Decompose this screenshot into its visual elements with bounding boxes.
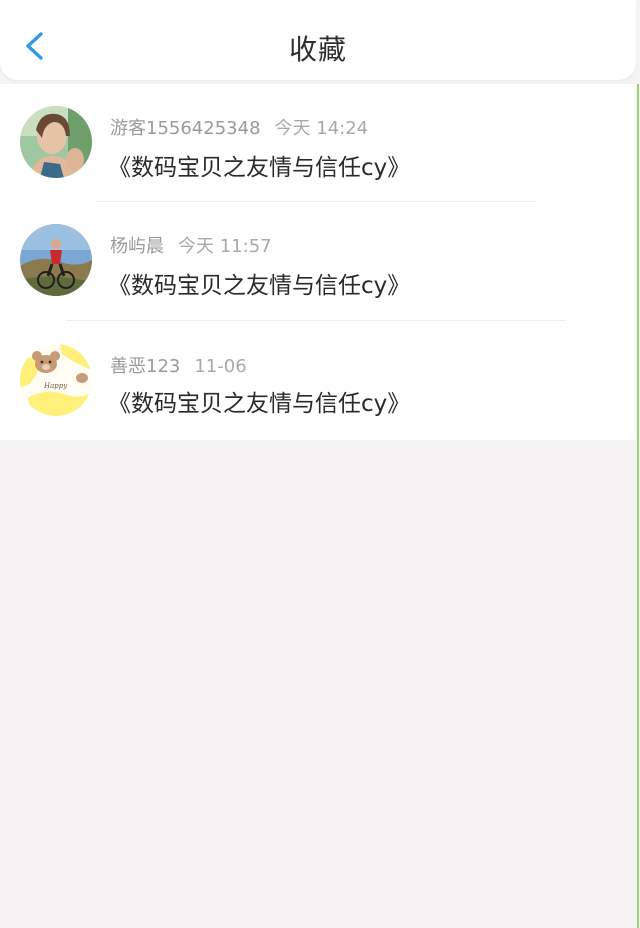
item-title: 《数码宝贝之友情与信任cy》 bbox=[108, 391, 411, 417]
item-time: 今天 11:57 bbox=[178, 236, 272, 257]
author-name: 游客1556425348 bbox=[110, 118, 261, 139]
page-title: 收藏 bbox=[288, 33, 347, 66]
bear-cartoon-avatar: Happy bbox=[20, 344, 92, 416]
favorite-item[interactable]: 杨屿晨 今天 11:57 《数码宝贝之友情与信任cy》 bbox=[0, 202, 636, 320]
cyclist-avatar bbox=[20, 224, 92, 296]
item-time: 今天 14:24 bbox=[274, 118, 369, 139]
favorite-item[interactable]: 游客1556425348 今天 14:24 《数码宝贝之友情与信任cy》 bbox=[0, 84, 636, 202]
top-nav-bar: 收藏 bbox=[0, 0, 636, 80]
favorite-item[interactable]: Happy 善恶123 11-06 《数码宝贝之友情与信任cy》 bbox=[0, 320, 636, 438]
author-name: 杨屿晨 bbox=[110, 236, 164, 257]
right-edge-line bbox=[637, 84, 639, 928]
woman-portrait-avatar bbox=[20, 106, 92, 178]
item-meta: 杨屿晨 今天 11:57 bbox=[110, 232, 272, 258]
item-meta: 游客1556425348 今天 14:24 bbox=[110, 114, 368, 140]
item-meta: 善恶123 11-06 bbox=[110, 352, 247, 378]
item-time: 11-06 bbox=[194, 356, 247, 377]
svg-text:Happy: Happy bbox=[43, 382, 68, 390]
author-name: 善恶123 bbox=[110, 356, 181, 377]
item-title: 《数码宝贝之友情与信任cy》 bbox=[108, 273, 411, 299]
favorites-list: 游客1556425348 今天 14:24 《数码宝贝之友情与信任cy》 杨屿晨今… bbox=[0, 84, 636, 440]
item-title: 《数码宝贝之友情与信任cy》 bbox=[108, 155, 411, 181]
